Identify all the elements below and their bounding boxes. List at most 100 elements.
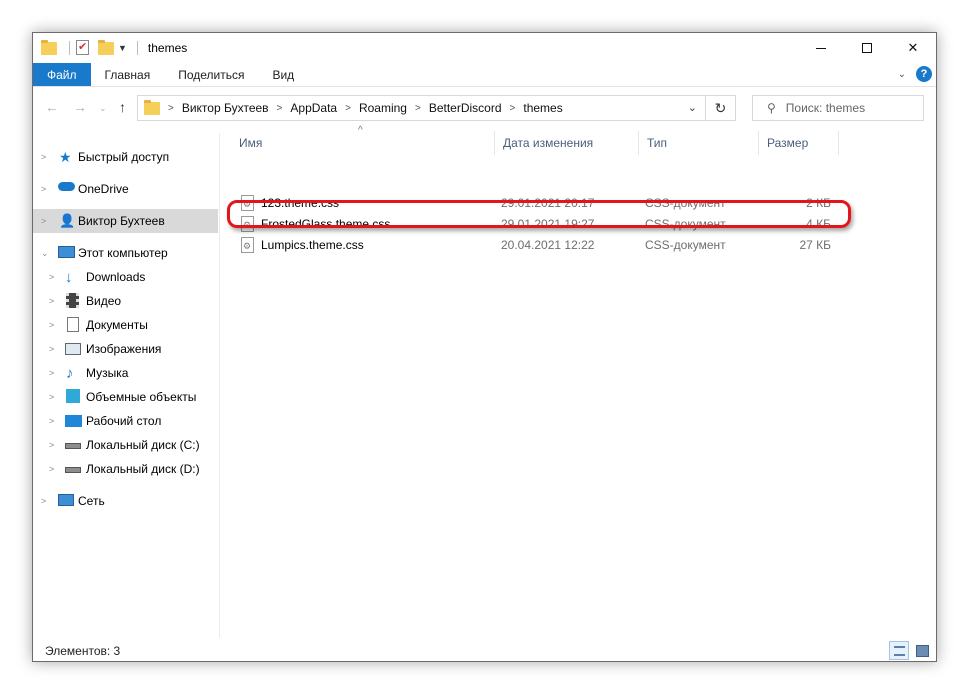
sidebar-item-label: Локальный диск (D:)	[86, 462, 200, 476]
divider	[136, 41, 138, 55]
table-row[interactable]: Lumpics.theme.css 20.04.2021 12:22 CSS-д…	[221, 235, 937, 256]
breadcrumb-chevron-icon[interactable]: >	[415, 103, 421, 114]
file-name: FrostedGlass.theme.css	[261, 217, 391, 231]
expand-chevron-icon[interactable]: >	[41, 152, 46, 162]
forward-arrow-icon[interactable]: →	[73, 99, 87, 115]
expand-chevron-icon[interactable]: >	[49, 392, 54, 402]
desktop-icon	[65, 415, 82, 427]
file-date: 20.04.2021 12:22	[501, 238, 595, 252]
sidebar-item-documents[interactable]: > Документы	[33, 313, 218, 337]
minimize-button[interactable]	[798, 33, 844, 63]
sidebar-item-label: Музыка	[86, 366, 129, 380]
expand-chevron-icon[interactable]: >	[49, 368, 54, 378]
file-type: CSS-документ	[645, 217, 726, 231]
expand-chevron-icon[interactable]: >	[49, 416, 54, 426]
large-icons-view-icon	[916, 645, 929, 657]
refresh-icon: ↻	[714, 99, 727, 116]
address-row: ← → ⌄ ↑ > Виктор Бухтеев > AppData > Roa…	[33, 93, 936, 123]
file-type: CSS-документ	[645, 196, 726, 210]
drive-icon	[65, 467, 81, 473]
column-header-date[interactable]: Дата изменения	[495, 131, 639, 155]
search-input[interactable]	[785, 101, 906, 115]
sidebar-item-downloads[interactable]: > ↓ Downloads	[33, 265, 218, 289]
breadcrumb-chevron-icon[interactable]: >	[345, 103, 351, 114]
sidebar-item-onedrive[interactable]: > OneDrive	[33, 177, 218, 201]
css-file-icon	[241, 195, 254, 211]
computer-icon	[58, 246, 75, 258]
sidebar-item-user[interactable]: > 👤 Виктор Бухтеев	[33, 209, 218, 233]
column-header-name[interactable]: Имя	[231, 131, 495, 155]
view-toggle	[886, 641, 932, 660]
css-file-icon	[241, 237, 254, 253]
column-header-size[interactable]: Размер	[759, 131, 839, 155]
expand-chevron-icon[interactable]: >	[49, 296, 54, 306]
close-button[interactable]: ✕	[890, 33, 936, 63]
sidebar-item-label: Видео	[86, 294, 122, 308]
collapse-chevron-icon[interactable]: ⌄	[41, 248, 49, 259]
back-arrow-icon[interactable]: ←	[45, 99, 59, 115]
breadcrumb-chevron-icon[interactable]: >	[168, 103, 174, 114]
breadcrumb-themes[interactable]: themes	[523, 101, 562, 115]
expand-ribbon-icon[interactable]: ⌄	[898, 69, 906, 80]
folder-icon	[144, 99, 160, 115]
new-folder-icon[interactable]	[98, 40, 114, 56]
breadcrumb-betterdiscord[interactable]: BetterDiscord	[429, 101, 502, 115]
sidebar-item-label: Сеть	[78, 494, 105, 508]
tab-file[interactable]: Файл	[33, 63, 91, 86]
sidebar-item-label: Локальный диск (C:)	[86, 438, 200, 452]
maximize-button[interactable]	[844, 33, 890, 63]
expand-chevron-icon[interactable]: >	[49, 440, 54, 450]
sidebar-item-network[interactable]: > Сеть	[33, 489, 218, 513]
cube-icon	[66, 389, 80, 403]
search-box[interactable]: ⚲	[752, 95, 924, 121]
sidebar-item-disk-c[interactable]: > Локальный диск (C:)	[33, 433, 218, 457]
column-header-type[interactable]: Тип	[639, 131, 759, 155]
sidebar-item-disk-d[interactable]: > Локальный диск (D:)	[33, 457, 218, 481]
sidebar-item-music[interactable]: > ♪ Музыка	[33, 361, 218, 385]
cloud-icon	[58, 182, 75, 191]
expand-chevron-icon[interactable]: >	[41, 496, 46, 506]
table-row[interactable]: FrostedGlass.theme.css 29.01.2021 19:27 …	[221, 214, 937, 235]
help-icon[interactable]: ?	[916, 66, 932, 82]
large-icons-view-button[interactable]	[912, 641, 932, 660]
expand-chevron-icon[interactable]: >	[49, 344, 54, 354]
sidebar-item-label: Downloads	[86, 270, 146, 284]
details-view-icon	[894, 646, 905, 656]
expand-chevron-icon[interactable]: >	[49, 320, 54, 330]
address-dropdown-icon[interactable]: ⌄	[688, 101, 697, 114]
expand-chevron-icon[interactable]: >	[49, 464, 54, 474]
recent-locations-chevron-icon[interactable]: ⌄	[99, 103, 107, 114]
sidebar-item-desktop[interactable]: > Рабочий стол	[33, 409, 218, 433]
breadcrumb-chevron-icon[interactable]: >	[510, 103, 516, 114]
title-bar: ▼ themes ✕	[33, 33, 936, 63]
expand-chevron-icon[interactable]: >	[41, 216, 46, 226]
breadcrumb-user[interactable]: Виктор Бухтеев	[182, 101, 269, 115]
minimize-icon	[816, 47, 826, 49]
tab-view[interactable]: Вид	[258, 63, 308, 86]
breadcrumb-appdata[interactable]: AppData	[290, 101, 337, 115]
network-icon	[58, 494, 74, 506]
sidebar-item-3d-objects[interactable]: > Объемные объекты	[33, 385, 218, 409]
address-bar[interactable]: > Виктор Бухтеев > AppData > Roaming > B…	[137, 95, 706, 121]
customize-toolbar-dropdown-icon[interactable]: ▼	[118, 43, 127, 53]
user-icon: 👤	[59, 213, 76, 228]
details-view-button[interactable]	[889, 641, 909, 660]
sidebar-item-quick-access[interactable]: > ★ Быстрый доступ	[33, 145, 218, 169]
tab-share[interactable]: Поделиться	[164, 63, 258, 86]
sidebar-item-this-pc[interactable]: ⌄ Этот компьютер	[33, 241, 218, 265]
sidebar-item-pictures[interactable]: > Изображения	[33, 337, 218, 361]
up-arrow-icon[interactable]: ↑	[119, 99, 126, 115]
properties-icon[interactable]	[76, 40, 92, 56]
explorer-window: ▼ themes ✕ Файл Главная Поделиться Вид ⌄…	[32, 32, 937, 662]
tab-home[interactable]: Главная	[91, 63, 165, 86]
expand-chevron-icon[interactable]: >	[49, 272, 54, 282]
refresh-button[interactable]: ↻	[706, 95, 736, 121]
breadcrumb-roaming[interactable]: Roaming	[359, 101, 407, 115]
quick-access-toolbar: ▼ themes	[41, 33, 187, 63]
sidebar-item-label: Этот компьютер	[78, 246, 168, 260]
sidebar-item-video[interactable]: > Видео	[33, 289, 218, 313]
breadcrumb-chevron-icon[interactable]: >	[277, 103, 283, 114]
expand-chevron-icon[interactable]: >	[41, 184, 46, 194]
file-type: CSS-документ	[645, 238, 726, 252]
table-row[interactable]: 123.theme.css 29.01.2021 20:17 CSS-докум…	[221, 193, 937, 214]
